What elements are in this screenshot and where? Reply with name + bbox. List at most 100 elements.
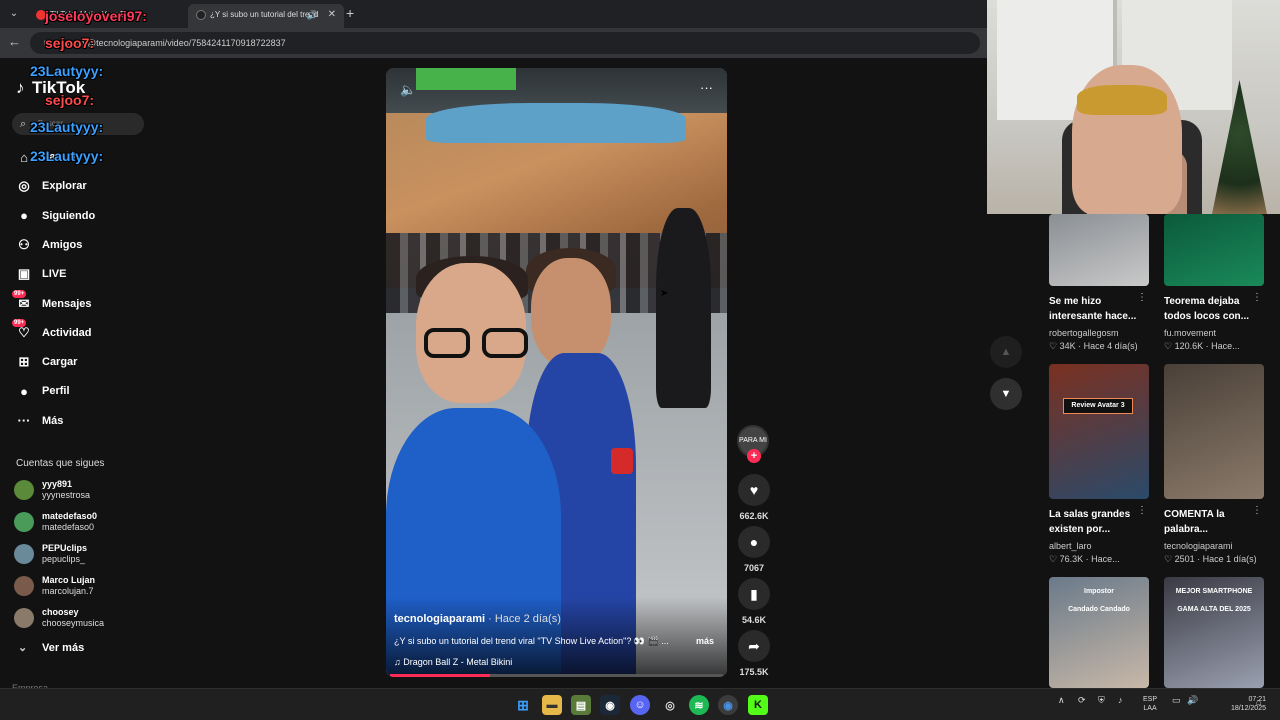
more-options-icon[interactable]: ⋮: [1252, 292, 1262, 303]
kick-icon[interactable]: K: [748, 695, 768, 715]
following-account[interactable]: Marco Lujan marcolujan.7: [14, 572, 95, 600]
recommended-video[interactable]: Se me hizo interesante hace... ⋮ robertoga…: [1049, 214, 1149, 352]
tab-search-icon[interactable]: ⌄: [6, 6, 22, 22]
video-title[interactable]: La salas grandes existen por...: [1049, 507, 1141, 537]
avatar: [14, 576, 34, 596]
video-thumbnail[interactable]: [1164, 364, 1264, 499]
chrome-icon[interactable]: ◉: [718, 695, 738, 715]
video-author[interactable]: robertogallegosm: [1049, 328, 1149, 338]
sidebar-item-label: Cargar: [42, 356, 78, 369]
file-explorer-icon[interactable]: ▬: [542, 695, 562, 715]
video-thumbnail[interactable]: Impostor Candado Candado: [1049, 577, 1149, 688]
video-author[interactable]: fu.movement: [1164, 328, 1264, 338]
video-player[interactable]: 🔈 ··· tecnologiaparami · Hace 2 día(s) ¿…: [386, 68, 727, 677]
like-count: 662.6K: [739, 511, 769, 521]
lang-layout: LAA: [1143, 705, 1157, 712]
bookmark-icon: ▮: [750, 585, 758, 602]
video-thumbnail[interactable]: [1164, 214, 1264, 286]
new-tab-button[interactable]: +: [346, 5, 354, 21]
post-time: Hace 4 día(s): [1083, 341, 1138, 351]
volume-icon[interactable]: 🔈: [400, 82, 416, 98]
sidebar-item-amigos[interactable]: ⚇ Amigos: [14, 234, 82, 256]
sidebar-item-live[interactable]: ▣ LIVE: [14, 263, 67, 285]
more-options-icon[interactable]: ···: [700, 80, 713, 95]
next-video-button[interactable]: ▼: [990, 378, 1022, 410]
tray-mic-icon[interactable]: ♪: [1118, 695, 1123, 705]
steam-icon[interactable]: ◉: [600, 695, 620, 715]
share-button[interactable]: ➦: [738, 630, 770, 662]
like-count: 34K: [1059, 341, 1076, 351]
back-arrow-icon[interactable]: ←: [8, 34, 21, 49]
account-display-name: PEPUclips: [42, 543, 88, 553]
recommended-video[interactable]: COMENTA la palabra... ⋮ tecnologiaparami ♡ …: [1164, 364, 1264, 565]
tray-volume-icon[interactable]: 🔊: [1187, 695, 1198, 706]
backdrop-sky: [426, 103, 686, 143]
sidebar-item-ms[interactable]: ··· Más: [14, 410, 64, 432]
crew-member: [656, 208, 711, 408]
sidebar-item-label: Siguiendo: [42, 209, 96, 222]
recommended-video[interactable]: Review Avatar 3 La salas grandes existen …: [1049, 364, 1149, 565]
video-title[interactable]: Se me hizo interesante hace...: [1049, 294, 1141, 324]
sidebar-item-explorar[interactable]: ◎ Explorar: [14, 175, 87, 197]
video-author[interactable]: albert_laro: [1049, 541, 1149, 551]
spotify-icon[interactable]: ≋: [689, 695, 709, 715]
comment-button[interactable]: ●: [738, 526, 770, 558]
tray-sync-icon[interactable]: ⟳: [1078, 695, 1086, 706]
avatar: [14, 608, 34, 628]
language-indicator[interactable]: ESP LAA: [1143, 695, 1157, 713]
more-options-icon[interactable]: ⋮: [1137, 292, 1147, 303]
discord-icon[interactable]: ☺: [630, 695, 650, 715]
tab-video[interactable]: ¿Y si subo un tutorial del trend 🔊 ✕: [188, 4, 344, 28]
heart-icon: ♡: [1049, 554, 1060, 564]
video-thumbnail[interactable]: [1049, 214, 1149, 286]
tray-display-icon[interactable]: ▭: [1172, 695, 1181, 706]
see-more-button[interactable]: ⌄ Ver más: [18, 641, 84, 654]
close-tab-icon[interactable]: ✕: [328, 4, 336, 26]
following-account[interactable]: PEPUclips pepuclips_: [14, 540, 87, 568]
notepad-icon[interactable]: ▤: [571, 695, 591, 715]
tray-chevron-icon[interactable]: ∧: [1058, 695, 1065, 706]
music-label[interactable]: ♫ Dragon Ball Z - Metal Bikini: [394, 657, 512, 667]
sidebar-item-siguiendo[interactable]: ● Siguiendo: [14, 205, 95, 227]
recommended-video[interactable]: Teorema dejaba todos locos con... ⋮ fu.mov…: [1164, 214, 1264, 352]
like-button[interactable]: ♥: [738, 474, 770, 506]
heart-icon: ♡: [1164, 341, 1175, 351]
tiktok-favicon-icon: [196, 9, 206, 20]
following-icon: ●: [20, 208, 28, 224]
following-account[interactable]: choosey chooseymusica: [14, 604, 104, 632]
video-thumbnail[interactable]: Review Avatar 3: [1049, 364, 1149, 499]
sidebar-item-perfil[interactable]: ● Perfil: [14, 380, 69, 402]
following-account[interactable]: yyy891 yyynestrosa: [14, 476, 90, 504]
video-meta: ♡ 2501 · Hace 1 día(s): [1164, 554, 1264, 565]
video-title[interactable]: COMENTA la palabra...: [1164, 507, 1256, 537]
save-button[interactable]: ▮: [738, 578, 770, 610]
like-count: 76.3K: [1059, 554, 1084, 564]
video-thumbnail[interactable]: MEJOR SMARTPHONE GAMA ALTA DEL 2025: [1164, 577, 1264, 688]
video-author[interactable]: tecnologiaparami · Hace 2 día(s): [394, 613, 561, 625]
tray-security-icon[interactable]: ⛨: [1098, 695, 1105, 706]
see-more-link[interactable]: más: [696, 636, 714, 646]
activity-icon: ♡ 99+: [12, 318, 30, 340]
sidebar-item-label: Explorar: [42, 180, 87, 193]
windows-start-icon[interactable]: ⊞: [513, 695, 533, 715]
following-account[interactable]: matedefaso0 matedefaso0: [14, 508, 97, 536]
recommended-video[interactable]: Impostor Candado Candado: [1049, 577, 1149, 688]
more-options-icon[interactable]: ⋮: [1252, 505, 1262, 516]
url-field[interactable]: tiktok.com/@tecnologiaparami/video/75842…: [30, 32, 980, 54]
video-progress-bar[interactable]: [390, 674, 723, 677]
tab-title: ¿Y si subo un tutorial del trend: [210, 10, 319, 19]
more-options-icon[interactable]: ⋮: [1137, 505, 1147, 516]
notifications-icon[interactable]: ⌂: [1256, 697, 1261, 707]
video-author[interactable]: tecnologiaparami: [1164, 541, 1264, 551]
previous-video-button[interactable]: ▲: [990, 336, 1022, 368]
follow-plus-icon[interactable]: +: [747, 449, 761, 463]
video-title[interactable]: Teorema dejaba todos locos con...: [1164, 294, 1256, 324]
speaker-icon[interactable]: 🔊: [307, 4, 318, 26]
obs-icon[interactable]: ◎: [660, 695, 680, 715]
sidebar-item-actividad[interactable]: ♡ 99+ Actividad: [12, 318, 92, 344]
recommended-video[interactable]: MEJOR SMARTPHONE GAMA ALTA DEL 2025: [1164, 577, 1264, 688]
author-name[interactable]: tecnologiaparami: [394, 613, 485, 625]
heart-icon: ♡: [1164, 554, 1175, 564]
sidebar-item-cargar[interactable]: ⊞ Cargar: [14, 351, 78, 373]
sidebar-item-mensajes[interactable]: ✉ 99+ Mensajes: [12, 289, 92, 315]
